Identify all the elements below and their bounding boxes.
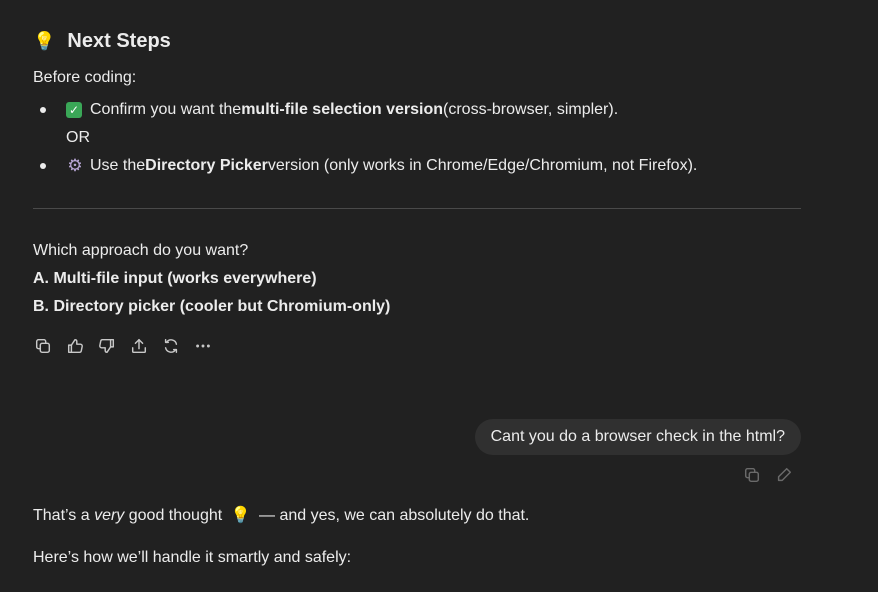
- reply-text: good thought: [124, 507, 227, 524]
- edit-button[interactable]: [775, 466, 793, 489]
- thumbs-up-icon: [67, 338, 83, 354]
- pencil-icon: [777, 467, 792, 482]
- option-b: B. Directory picker (cooler but Chromium…: [33, 298, 391, 315]
- divider: [33, 208, 801, 209]
- copy-button[interactable]: [743, 466, 761, 489]
- reply-text: That’s a: [33, 507, 95, 524]
- question-prompt: Which approach do you want?: [33, 242, 249, 259]
- reply-line-2: Here’s how we’ll handle it smartly and s…: [33, 549, 352, 566]
- reply-text: — and yes, we can absolutely do that.: [254, 507, 530, 524]
- gear-icon: ⚙: [67, 156, 83, 175]
- share-icon: [131, 338, 147, 354]
- section-title: Next Steps: [67, 30, 171, 52]
- bullet-bold: Directory Picker: [145, 157, 268, 174]
- bullet-post: version (only works in Chrome/Edge/Chrom…: [267, 157, 698, 174]
- option-a: A. Multi-file input (works everywhere): [33, 270, 317, 287]
- more-icon: [196, 344, 210, 348]
- user-message-actions: [743, 466, 793, 489]
- intro-text: Before coding:: [33, 69, 137, 86]
- refresh-icon: [164, 338, 178, 354]
- or-text: OR: [66, 129, 90, 146]
- lightbulb-icon: 💡: [33, 31, 56, 51]
- copy-button[interactable]: [33, 336, 53, 356]
- message-actions: [33, 336, 213, 356]
- bullet-bold: multi-file selection version: [241, 101, 444, 118]
- bullet-post: (cross-browser, simpler).: [443, 101, 619, 118]
- section-heading: 💡 Next Steps: [33, 30, 171, 53]
- thumbs-down-button[interactable]: [97, 336, 117, 356]
- copy-icon: [744, 467, 760, 483]
- bullet-pre: Use the: [90, 157, 146, 174]
- list-item: ✓ Confirm you want the multi-file select…: [40, 101, 618, 119]
- reply-italic: very: [94, 507, 125, 524]
- thumbs-down-icon: [99, 338, 115, 354]
- bullet-dot: [40, 107, 46, 113]
- list-item: ⚙ Use the Directory Picker version (only…: [40, 157, 697, 175]
- share-button[interactable]: [129, 336, 149, 356]
- check-box-icon: ✓: [66, 102, 82, 118]
- thumbs-up-button[interactable]: [65, 336, 85, 356]
- bullet-pre: Confirm you want the: [90, 101, 242, 118]
- user-message-bubble: Cant you do a browser check in the html?: [474, 419, 801, 455]
- copy-icon: [35, 338, 51, 354]
- regenerate-button[interactable]: [161, 336, 181, 356]
- more-options-button[interactable]: [193, 336, 213, 356]
- user-message-text: Cant you do a browser check in the html?: [490, 428, 785, 445]
- reply-line-1: That’s a very good thought 💡 — and yes, …: [33, 505, 529, 525]
- bullet-dot: [40, 163, 46, 169]
- lightbulb-icon: 💡: [230, 507, 251, 524]
